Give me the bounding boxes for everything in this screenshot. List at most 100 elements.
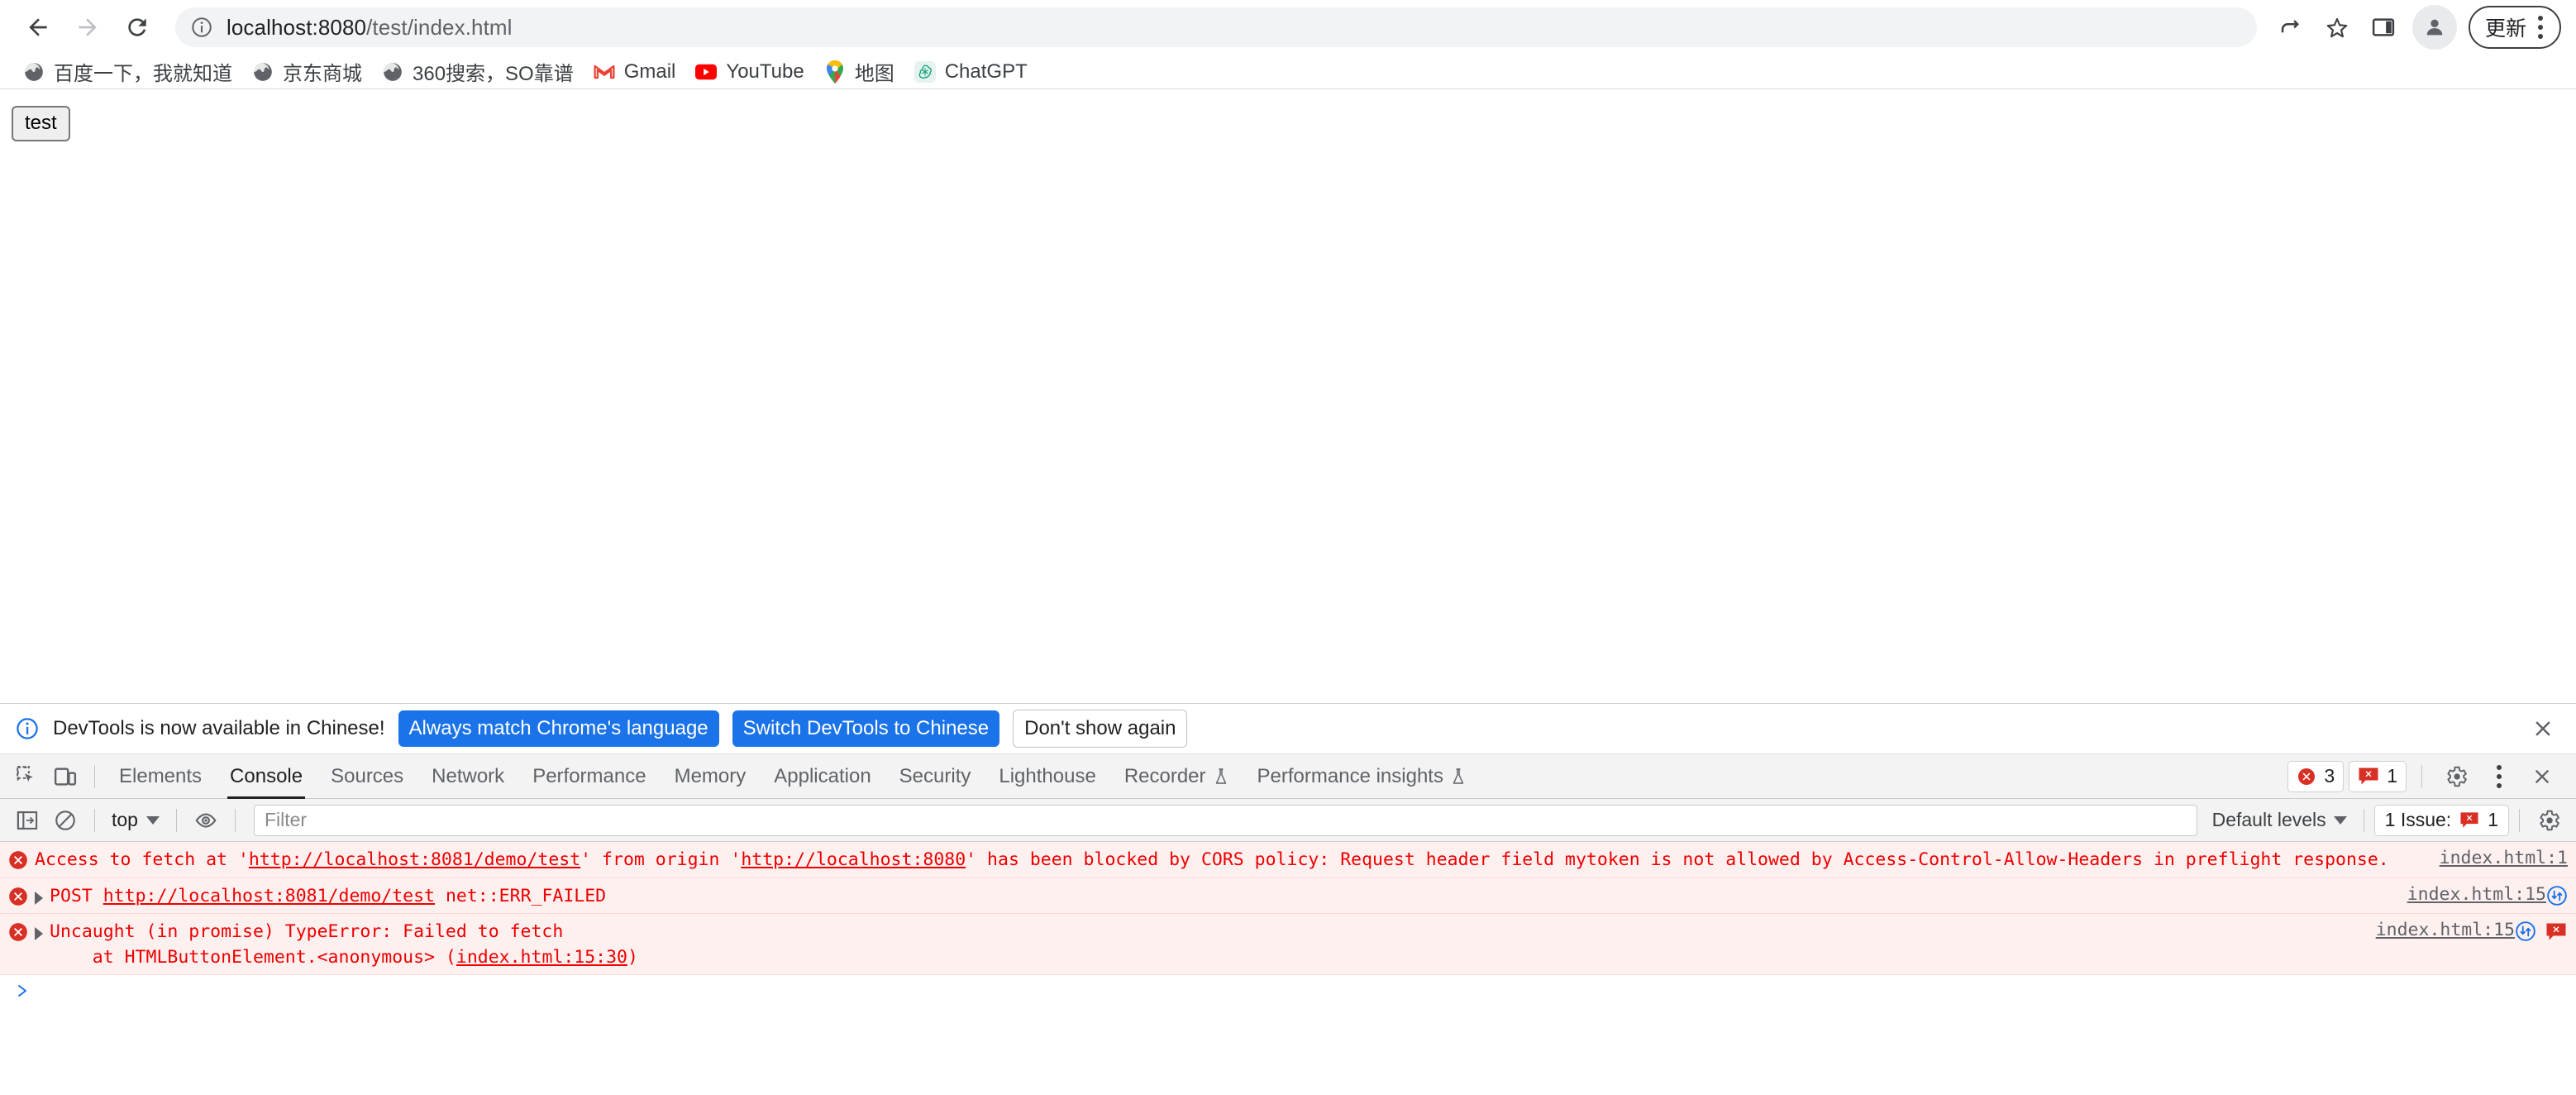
console-message-list: Access to fetch at 'http://localhost:808… [0, 842, 2576, 1095]
tab-elements[interactable]: Elements [105, 754, 216, 799]
console-settings-gear-icon[interactable] [2530, 801, 2568, 839]
more-options-icon[interactable] [2480, 758, 2518, 796]
expand-arrow-icon[interactable] [35, 891, 43, 905]
tab-label: Sources [331, 764, 404, 787]
tab-performance-insights[interactable]: Performance insights [1243, 754, 1481, 799]
error-count: 3 [2324, 765, 2335, 787]
chevron-down-icon [145, 815, 160, 825]
expand-arrow-icon[interactable] [35, 927, 43, 941]
address-bar[interactable]: localhost:8080/test/index.html [175, 7, 2257, 47]
console-message-row[interactable]: Access to fetch at 'http://localhost:808… [0, 842, 2576, 878]
tab-label: Performance [532, 764, 646, 787]
console-filter-input[interactable] [253, 804, 2197, 836]
issues-chip[interactable]: 1 Issue: 1 [2373, 804, 2509, 836]
settings-gear-icon[interactable] [2437, 758, 2475, 796]
tab-sources[interactable]: Sources [317, 754, 417, 799]
message-link[interactable]: http://localhost:8081/demo/test [249, 849, 580, 870]
tab-label: Memory [674, 764, 747, 787]
message-source-link[interactable]: index.html:15 [2407, 882, 2546, 905]
execution-context-selector[interactable]: top [105, 809, 166, 831]
console-message-text: POST http://localhost:8081/demo/test net… [50, 885, 607, 906]
star-icon [2326, 17, 2348, 38]
tab-label: Console [230, 764, 303, 787]
tab-lighthouse[interactable]: Lighthouse [985, 754, 1109, 799]
globe-icon [23, 61, 45, 83]
console-message-row[interactable]: POST http://localhost:8081/demo/test net… [0, 877, 2576, 915]
back-arrow-icon [29, 18, 47, 36]
gmail-icon [594, 61, 615, 83]
divider [234, 808, 236, 832]
test-button[interactable]: test [12, 106, 70, 141]
update-button[interactable]: 更新 [2468, 6, 2561, 49]
live-expression-eye-icon[interactable] [187, 801, 225, 839]
bookmark-item-baidu[interactable]: 百度一下，我就知道 [13, 54, 242, 89]
message-source-link[interactable]: index.html:1 [2440, 846, 2568, 868]
tab-security[interactable]: Security [885, 754, 985, 799]
clear-console-icon[interactable] [46, 801, 84, 839]
bookmark-item-youtube[interactable]: YouTube [685, 57, 813, 87]
bookmark-star-button[interactable] [2315, 5, 2359, 50]
back-button[interactable] [15, 4, 61, 50]
log-levels-selector[interactable]: Default levels [2206, 809, 2354, 831]
share-button[interactable] [2268, 5, 2313, 50]
open-in-network-panel-icon[interactable] [2546, 885, 2568, 906]
error-circle-icon [2298, 767, 2316, 785]
message-link[interactable]: http://localhost:8080 [741, 849, 966, 870]
console-message-text: Uncaught (in promise) TypeError: Failed … [50, 921, 638, 968]
tab-label: Lighthouse [999, 764, 1096, 787]
context-label: top [112, 809, 138, 830]
console-sidebar-toggle-icon[interactable] [8, 801, 46, 839]
url-text: localhost:8080/test/index.html [227, 14, 513, 40]
forward-button[interactable] [64, 4, 111, 50]
side-panel-button[interactable] [2361, 5, 2406, 50]
message-link[interactable]: index.html:15:30 [456, 947, 627, 968]
issue-badge-icon [2359, 767, 2378, 784]
tab-memory[interactable]: Memory [661, 754, 761, 799]
prompt-caret-icon [15, 982, 31, 1005]
issue-badge-icon[interactable] [2545, 922, 2568, 942]
maps-icon [824, 60, 846, 84]
divider [2519, 808, 2520, 832]
reload-icon [128, 18, 146, 36]
tab-console[interactable]: Console [216, 754, 317, 799]
tab-network[interactable]: Network [417, 754, 518, 799]
message-link[interactable]: http://localhost:8081/demo/test [103, 886, 435, 906]
warning-count: 1 [2387, 765, 2397, 787]
console-message-row[interactable]: Uncaught (in promise) TypeError: Failed … [0, 914, 2576, 976]
site-info-icon[interactable] [190, 16, 213, 39]
warning-count-chip[interactable]: 1 [2349, 760, 2407, 792]
error-count-chip[interactable]: 3 [2287, 760, 2345, 792]
divider [175, 808, 177, 832]
banner-close-icon[interactable] [2525, 710, 2561, 747]
tab-recorder[interactable]: Recorder [1110, 754, 1243, 799]
tab-label: Application [774, 764, 871, 787]
bookmark-item-gmail[interactable]: Gmail [584, 57, 686, 87]
tab-application[interactable]: Application [760, 754, 885, 799]
open-in-network-panel-icon[interactable] [2515, 920, 2536, 942]
toggle-device-toolbar-icon[interactable] [46, 758, 84, 796]
always-match-chrome-language-button[interactable]: Always match Chrome's language [398, 710, 719, 747]
console-prompt-row[interactable] [0, 975, 2576, 1012]
page-viewport: test [0, 89, 2576, 703]
tab-label: Performance insights [1257, 764, 1443, 787]
console-message-text: Access to fetch at 'http://localhost:808… [35, 849, 2389, 870]
bookmark-item-360[interactable]: 360搜索，SO靠谱 [372, 54, 584, 89]
tab-label: Network [432, 764, 505, 787]
switch-devtools-to-chinese-button[interactable]: Switch DevTools to Chinese [732, 710, 1000, 747]
reload-button[interactable] [114, 4, 160, 50]
message-source-link[interactable]: index.html:15 [2376, 918, 2515, 940]
forward-arrow-icon [79, 18, 97, 36]
chrome-menu-icon[interactable] [2533, 16, 2548, 39]
browser-toolbar: localhost:8080/test/index.html 更新 [0, 0, 2576, 55]
side-panel-icon [2372, 18, 2395, 36]
profile-avatar[interactable] [2411, 5, 2457, 50]
bookmark-item-jd[interactable]: 京东商城 [242, 54, 372, 89]
levels-label: Default levels [2211, 809, 2326, 830]
dont-show-again-button[interactable]: Don't show again [1013, 710, 1188, 748]
bookmark-item-chatgpt[interactable]: ChatGPT [904, 57, 1038, 87]
inspect-element-icon[interactable] [8, 758, 46, 796]
bookmark-item-maps[interactable]: 地图 [814, 54, 904, 89]
close-devtools-icon[interactable] [2523, 758, 2561, 796]
experiment-flask-icon [1215, 767, 1226, 784]
tab-performance[interactable]: Performance [518, 754, 660, 799]
